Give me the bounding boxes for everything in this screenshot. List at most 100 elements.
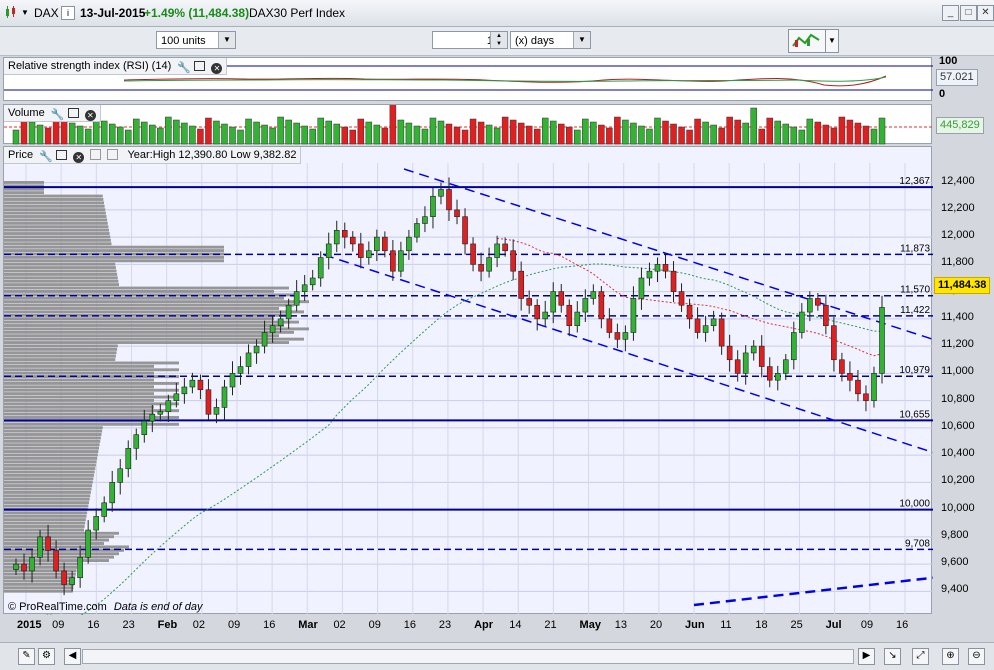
window-icon[interactable] bbox=[56, 150, 68, 160]
volume-bar bbox=[469, 118, 477, 145]
y-tick-label: 12,000 bbox=[941, 229, 975, 242]
volume-bar bbox=[790, 126, 798, 145]
volume-profile-bar bbox=[4, 255, 224, 259]
x-tick-label: 16 bbox=[87, 619, 100, 631]
scroll-left-button[interactable]: ◀ bbox=[64, 648, 81, 665]
close-button[interactable]: ✕ bbox=[977, 5, 994, 21]
volume-bar bbox=[197, 128, 204, 145]
volume-profile-bar bbox=[4, 225, 109, 229]
chevron-down-icon[interactable]: ▼ bbox=[825, 29, 839, 53]
volume-profile-bar bbox=[4, 460, 97, 464]
volume-bar bbox=[758, 128, 765, 145]
window-icon[interactable] bbox=[194, 61, 206, 71]
volume-bar bbox=[341, 126, 349, 145]
volume-profile-bar bbox=[4, 395, 179, 399]
volume-profile-bar bbox=[4, 211, 106, 215]
info-icon[interactable]: i bbox=[61, 6, 75, 20]
title-bar: ▼ DAX i 13-Jul-2015 +1.49% (11,484.38) D… bbox=[0, 0, 994, 27]
candle-body bbox=[333, 230, 340, 245]
volume-profile-bar bbox=[4, 228, 109, 232]
scroll-right-button[interactable]: ▶ bbox=[858, 648, 875, 665]
window-icon[interactable] bbox=[67, 108, 79, 118]
close-icon[interactable]: ✕ bbox=[73, 152, 85, 163]
collapse-icon[interactable] bbox=[107, 149, 119, 160]
candle-body bbox=[53, 550, 59, 572]
y-tick-label: 11,000 bbox=[941, 365, 974, 378]
volume-profile-bar bbox=[4, 300, 309, 304]
candle-body bbox=[486, 257, 492, 272]
y-tick-label: 10,800 bbox=[941, 392, 975, 405]
stepper-icon: ▲ ▼ bbox=[490, 32, 507, 48]
candle-body bbox=[454, 209, 460, 217]
zoom-out-icon[interactable]: ↘ bbox=[884, 648, 901, 665]
year-info: Year:High 12,390.80 Low 9,382.82 bbox=[127, 149, 297, 161]
zoom-fit-icon[interactable]: ⤢ bbox=[912, 648, 929, 665]
zoom-in-icon[interactable]: ⊕ bbox=[942, 648, 959, 665]
horizontal-scrollbar[interactable] bbox=[82, 649, 854, 664]
candle-body bbox=[742, 352, 749, 374]
volume-profile-bar bbox=[4, 528, 84, 532]
candle-body bbox=[774, 373, 781, 381]
level-label: 10,000 bbox=[899, 499, 930, 510]
volume-profile-bar bbox=[4, 470, 95, 474]
y-tick-label: 11,200 bbox=[941, 338, 974, 351]
volume-profile-bar bbox=[4, 456, 98, 460]
footer-bar: ✎ ⚙ ◀ ▶ ↘ ⤢ ⊕ ⊖ bbox=[0, 642, 994, 670]
close-icon[interactable]: ✕ bbox=[84, 110, 96, 121]
x-tick-label: 2015 bbox=[17, 619, 42, 631]
y-tick-label: 11,800 bbox=[941, 256, 974, 269]
days-stepper[interactable]: 1▲▼ bbox=[432, 31, 508, 49]
volume-profile-bar bbox=[4, 272, 118, 276]
volume-profile-bar bbox=[4, 194, 103, 198]
candle-body bbox=[430, 195, 436, 217]
close-icon[interactable]: ✕ bbox=[211, 63, 223, 74]
y-tick-label: 10,200 bbox=[941, 474, 975, 487]
volume-header: Volume 🔧 ✕ bbox=[4, 105, 101, 122]
chart-type-icon[interactable] bbox=[4, 5, 18, 19]
units-select[interactable]: 100 units ▼ bbox=[156, 31, 236, 49]
candle-body bbox=[253, 345, 260, 354]
wrench-icon[interactable]: 🔧 bbox=[51, 107, 65, 121]
volume-profile-bar bbox=[4, 324, 284, 327]
volume-bar bbox=[814, 121, 822, 145]
candle-body bbox=[293, 291, 300, 306]
minimize-button[interactable]: _ bbox=[942, 5, 959, 21]
x-tick-label: Jun bbox=[685, 619, 705, 631]
candle-body bbox=[718, 318, 725, 347]
settings-icon[interactable]: ⚙ bbox=[38, 648, 55, 665]
candle-body bbox=[189, 379, 196, 388]
maximize-button[interactable]: □ bbox=[960, 5, 977, 21]
x-tick-label: 16 bbox=[896, 619, 909, 631]
expand-icon[interactable] bbox=[90, 149, 102, 160]
volume-bar bbox=[774, 120, 782, 145]
volume-bar bbox=[157, 127, 164, 145]
price-x-axis: 2015 09 16 23 Feb 02 09 16 Mar 02 09 16 23 Apr 14 21 May… bbox=[3, 616, 932, 636]
draw-tool-icon[interactable]: ✎ bbox=[18, 648, 35, 665]
date-label: 13-Jul-2015 bbox=[80, 6, 146, 20]
volume-bar bbox=[373, 124, 381, 145]
wrench-icon[interactable]: 🔧 bbox=[177, 60, 191, 74]
chart-style-button[interactable] bbox=[788, 29, 826, 53]
volume-profile-bar bbox=[4, 201, 104, 205]
candle-body bbox=[807, 298, 813, 313]
rsi-header: Relative strength index (RSI) (14) 🔧 ✕ bbox=[4, 58, 228, 75]
volume-bar bbox=[116, 126, 124, 145]
candle-body bbox=[406, 236, 412, 252]
volume-profile-bar bbox=[4, 232, 110, 235]
days-unit-select[interactable]: (x) days ▼ bbox=[510, 31, 591, 49]
wrench-icon[interactable]: 🔧 bbox=[39, 149, 53, 163]
volume-bar bbox=[782, 123, 790, 145]
volume-profile-bar bbox=[4, 467, 96, 471]
volume-profile-bar bbox=[4, 531, 119, 535]
volume-profile-bar bbox=[4, 381, 179, 385]
dropdown-arrow-icon[interactable]: ▼ bbox=[21, 8, 29, 17]
volume-profile-bar bbox=[4, 378, 154, 382]
volume-profile-bar bbox=[4, 218, 108, 222]
volume-bar bbox=[357, 118, 365, 145]
candle-body bbox=[638, 277, 645, 299]
volume-bar bbox=[678, 126, 685, 145]
volume-profile-bar bbox=[4, 296, 284, 300]
volume-profile-bar bbox=[4, 494, 91, 498]
volume-profile-bar bbox=[4, 303, 294, 307]
zoom-reset-icon[interactable]: ⊖ bbox=[968, 648, 985, 665]
